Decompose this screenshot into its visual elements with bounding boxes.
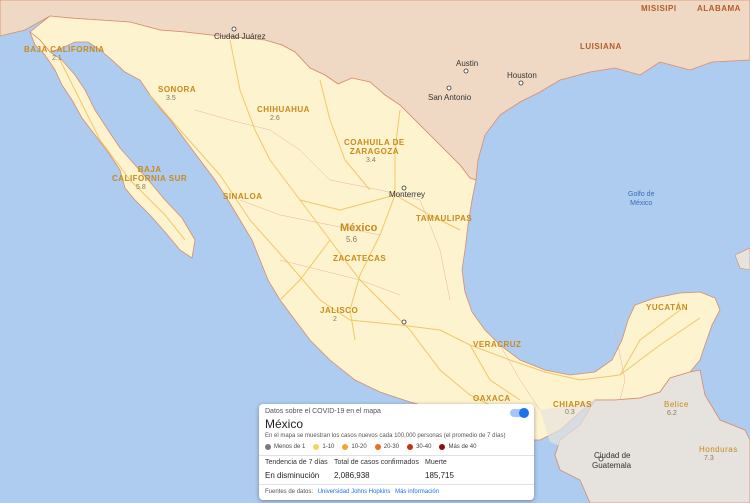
- state-label: TAMAULIPAS: [416, 214, 473, 223]
- legend-item: 20-30: [374, 444, 399, 450]
- country-label: México: [340, 222, 378, 234]
- state-label: SONORA: [158, 85, 197, 94]
- card-country: México: [265, 417, 304, 431]
- state-label: CHIAPAS: [553, 400, 592, 409]
- legend: Menos de 1 1-10 10-20 20-30 30-40 Más de…: [265, 442, 484, 452]
- state-value: 3.5: [166, 95, 176, 102]
- legend-item: 1-10: [313, 444, 334, 450]
- state-value: 2.6: [270, 115, 280, 122]
- country-value: 5.6: [346, 235, 358, 244]
- sources-label: Fuentes de datos:: [265, 489, 314, 495]
- state-label: CHIHUAHUA: [257, 105, 310, 114]
- sources-line: Fuentes de datos: Universidad Johns Hopk…: [265, 489, 439, 495]
- us-state-label: ALABAMA: [697, 4, 741, 13]
- us-state-label: LUISIANA: [580, 42, 622, 51]
- city-label: Ciudad Juárez: [214, 32, 266, 41]
- legend-item: 30-40: [407, 444, 431, 450]
- state-value: 2.1: [52, 55, 62, 62]
- neighbor-label: Belice: [664, 400, 689, 409]
- city-dot-houston: [518, 80, 524, 86]
- city-label: Guatemala: [592, 461, 632, 470]
- us-state-label: MISISIPI: [641, 4, 677, 13]
- state-label: BAJA CALIFORNIA SUR: [112, 165, 188, 183]
- legend-item: Más de 40: [439, 444, 476, 450]
- divider: [259, 455, 534, 456]
- more-info-link[interactable]: Más información: [395, 489, 439, 495]
- stat-label: Tendencia de 7 días: [265, 459, 328, 466]
- stat-value: 185,715: [425, 471, 454, 480]
- stat-value: 2,086,938: [334, 471, 370, 480]
- covid-layer-toggle[interactable]: [510, 408, 529, 418]
- card-description: En el mapa se muestran los casos nuevos …: [265, 433, 506, 439]
- water-label: Golfo de México: [628, 191, 655, 207]
- legend-swatch: [439, 444, 446, 450]
- state-label: SINALOA: [223, 192, 263, 201]
- state-label: COAHUILA DE ZARAGOZA: [344, 138, 405, 156]
- city-dot-juarez: [231, 26, 237, 32]
- divider: [259, 484, 534, 485]
- city-label: Austin: [456, 59, 479, 68]
- city-dot-mexico: [401, 319, 407, 325]
- neighbor-label: Honduras: [699, 445, 738, 454]
- city-label: Monterrey: [389, 190, 426, 199]
- state-value: 5.8: [136, 184, 146, 191]
- legend-item: 10-20: [342, 444, 367, 450]
- neighbor-value: 7.3: [704, 455, 714, 462]
- city-dot-austin: [463, 68, 469, 74]
- legend-swatch: [374, 444, 381, 450]
- state-label: ZACATECAS: [333, 254, 387, 263]
- card-header: Datos sobre el COVID-19 en el mapa: [265, 408, 381, 415]
- stat-value: En disminución: [265, 471, 320, 480]
- city-label: San Antonio: [428, 93, 472, 102]
- state-value: 3.4: [366, 157, 376, 164]
- neighbor-value: 6.2: [667, 410, 677, 417]
- legend-swatch: [265, 444, 271, 450]
- state-value: 2: [333, 316, 337, 323]
- state-label: VERACRUZ: [473, 340, 522, 349]
- legend-item: Menos de 1: [265, 444, 305, 450]
- state-label: YUCATÁN: [646, 303, 689, 312]
- stat-label: Muerte: [425, 459, 447, 466]
- legend-swatch: [407, 444, 414, 450]
- state-label: OAXACA: [473, 394, 511, 403]
- state-label: JALISCO: [320, 306, 359, 315]
- state-label: BAJA CALIFORNIA: [24, 45, 105, 54]
- state-value: 0.3: [565, 409, 575, 416]
- city-label: Ciudad de: [594, 451, 631, 460]
- toggle-knob: [519, 408, 529, 418]
- city-dot-sanantonio: [446, 85, 452, 91]
- covid-info-card: Datos sobre el COVID-19 en el mapa Méxic…: [259, 404, 534, 500]
- legend-swatch: [342, 444, 349, 450]
- city-label: Houston: [507, 71, 537, 80]
- sources-link[interactable]: Universidad Johns Hopkins: [318, 489, 391, 495]
- stat-label: Total de casos confirmados: [334, 459, 419, 466]
- legend-swatch: [313, 444, 320, 450]
